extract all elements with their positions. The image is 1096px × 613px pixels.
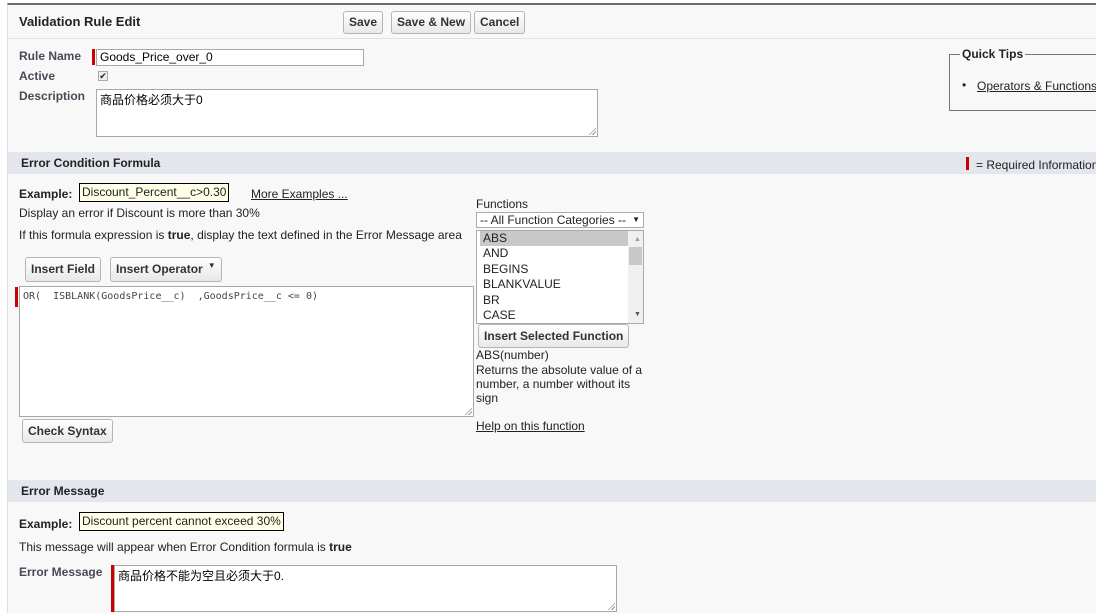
error-message-hint: This message will appear when Error Cond… — [19, 540, 352, 554]
operators-functions-link[interactable]: Operators & Functions — [977, 79, 1096, 93]
function-list-item[interactable]: BLANKVALUE — [480, 277, 631, 292]
validation-rule-edit-page: Validation Rule Edit Save Save & New Can… — [7, 3, 1096, 613]
section-header-error-message: Error Message — [8, 480, 1096, 502]
insert-selected-function-button[interactable]: Insert Selected Function — [478, 324, 630, 348]
required-marker — [15, 287, 18, 307]
function-category-select[interactable]: -- All Function Categories -- ▼ — [476, 212, 644, 228]
help-function-link[interactable]: Help on this function — [476, 419, 585, 433]
save-new-button[interactable]: Save & New — [391, 11, 472, 34]
resize-handle-icon[interactable] — [464, 407, 472, 415]
formula-textarea[interactable]: OR( ISBLANK(GoodsPrice__c) ,GoodsPrice__… — [19, 286, 474, 417]
function-signature: ABS(number) — [476, 348, 549, 362]
category-selected: -- All Function Categories -- — [480, 213, 627, 227]
page-title: Validation Rule Edit — [19, 14, 141, 29]
resize-handle-icon[interactable] — [588, 127, 596, 135]
insert-operator-label: Insert Operator — [116, 262, 203, 276]
active-checkbox[interactable]: ✔ — [98, 71, 108, 81]
error-message-example: Discount percent cannot exceed 30% — [79, 512, 284, 531]
scroll-down-icon[interactable]: ▼ — [631, 307, 641, 322]
divider — [8, 38, 1096, 39]
required-legend: = Required Information — [976, 158, 1096, 172]
function-list-item[interactable]: BR — [480, 293, 631, 308]
functions-label: Functions — [476, 197, 529, 211]
rule-name-input[interactable]: Goods_Price_over_0 — [96, 49, 364, 66]
section-header-error-condition: Error Condition Formula — [8, 152, 1096, 174]
formula-text: OR( ISBLANK(GoodsPrice__c) ,GoodsPrice__… — [23, 291, 319, 302]
function-list-item[interactable]: CASE — [480, 308, 631, 323]
bullet-icon: • — [962, 78, 967, 92]
hint-text: If this formula expression is — [19, 228, 168, 242]
required-legend-marker — [966, 157, 969, 170]
hint-bold: true — [167, 228, 191, 242]
resize-handle-icon[interactable] — [607, 602, 615, 610]
rule-name-label: Rule Name — [19, 49, 82, 63]
scroll-up-icon[interactable]: ▲ — [631, 232, 641, 247]
scrollbar-thumb[interactable] — [629, 247, 642, 265]
example-label: Example: — [19, 517, 73, 531]
function-list-item[interactable]: AND — [480, 246, 631, 261]
required-marker — [92, 49, 95, 65]
section-title: Error Condition Formula — [21, 156, 161, 170]
hint-text: , display the text defined in the Error … — [190, 228, 462, 242]
save-button[interactable]: Save — [343, 11, 384, 34]
quick-tips-title: Quick Tips — [960, 47, 1026, 61]
dropdown-arrow-icon: ▼ — [207, 261, 216, 270]
dropdown-arrow-icon: ▼ — [632, 215, 640, 224]
active-label: Active — [19, 69, 56, 83]
description-text: 商品价格必须大于0 — [100, 93, 203, 107]
function-list-scrollbar[interactable]: ▲ ▼ — [628, 231, 643, 323]
quick-tips-box: Quick Tips • Operators & Functions — [949, 47, 1096, 111]
function-list-item[interactable]: BEGINS — [480, 262, 631, 277]
description-label: Description — [19, 89, 86, 103]
more-examples-link[interactable]: More Examples ... — [251, 187, 348, 201]
error-message-textarea[interactable]: 商品价格不能为空且必须大于0. — [114, 565, 617, 612]
error-message-label: Error Message — [19, 565, 103, 579]
function-list[interactable]: ABS AND BEGINS BLANKVALUE BR CASE ▲ ▼ — [476, 230, 644, 324]
hint-text: This message will appear when Error Cond… — [19, 540, 330, 554]
example-description: Display an error if Discount is more tha… — [19, 206, 260, 220]
description-textarea[interactable]: 商品价格必须大于0 — [96, 89, 598, 137]
function-list-item[interactable]: ABS — [480, 231, 631, 247]
check-syntax-button[interactable]: Check Syntax — [22, 419, 113, 443]
hint-bold: true — [329, 540, 352, 554]
example-label: Example: — [19, 187, 73, 201]
function-description: Returns the absolute value of a number, … — [476, 363, 643, 405]
insert-field-button[interactable]: Insert Field — [25, 257, 102, 282]
cancel-button[interactable]: Cancel — [474, 11, 526, 34]
error-message-text: 商品价格不能为空且必须大于0. — [118, 569, 285, 583]
formula-hint: If this formula expression is true, disp… — [19, 228, 462, 242]
formula-example: Discount_Percent__c>0.30 — [79, 183, 230, 202]
section-title: Error Message — [21, 484, 105, 498]
insert-operator-button[interactable]: Insert Operator ▼ — [110, 257, 222, 282]
